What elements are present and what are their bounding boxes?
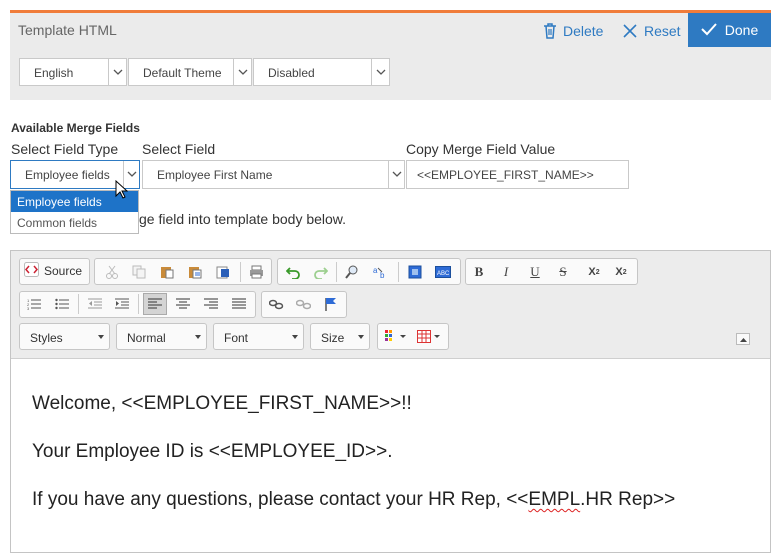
chevron-down-icon: [233, 59, 251, 85]
toolbar-separator: [398, 262, 399, 282]
merge-hint-text: ge field into template body below.: [139, 211, 347, 227]
language-select-value: English: [34, 66, 74, 80]
field-type-label: Select Field Type: [11, 141, 119, 157]
reset-label: Reset: [644, 23, 681, 39]
size-combo[interactable]: Size: [310, 323, 370, 350]
spelling-error-word: EMPL: [528, 489, 581, 510]
content-line-1: Welcome, <<EMPLOYEE_FIRST_NAME>>!!: [32, 393, 412, 414]
language-select[interactable]: English: [19, 58, 127, 86]
find-icon[interactable]: [341, 262, 363, 282]
indent-icon[interactable]: [111, 294, 133, 314]
table-icon[interactable]: [415, 326, 443, 346]
undo-icon[interactable]: [282, 262, 304, 282]
underline-button[interactable]: U: [524, 262, 546, 282]
status-select[interactable]: Disabled: [253, 58, 390, 86]
bullet-list-icon[interactable]: [51, 294, 73, 314]
delete-button[interactable]: Delete: [543, 23, 603, 39]
toolbar-separator: [78, 294, 79, 314]
copy-icon[interactable]: [128, 262, 150, 282]
justify-icon[interactable]: [228, 294, 250, 314]
copy-value-text: <<EMPLOYEE_FIRST_NAME>>: [417, 168, 594, 182]
styles-combo[interactable]: Styles: [19, 323, 110, 350]
chevron-down-icon: [388, 161, 404, 188]
source-button[interactable]: Source: [24, 262, 82, 280]
bold-button[interactable]: B: [468, 262, 490, 282]
theme-select-value: Default Theme: [143, 66, 222, 80]
caret-down-icon: [195, 335, 201, 339]
caret-down-icon: [292, 335, 298, 339]
collapse-toolbar-button[interactable]: [736, 333, 750, 345]
format-combo[interactable]: Normal: [116, 323, 207, 350]
chevron-down-icon: [108, 59, 126, 85]
content-line-2: Your Employee ID is <<EMPLOYEE_ID>>.: [32, 441, 393, 462]
font-combo-label: Font: [224, 331, 249, 345]
anchor-flag-icon[interactable]: [320, 294, 342, 314]
trash-icon: [543, 23, 557, 39]
theme-select[interactable]: Default Theme: [128, 58, 252, 86]
subscript-icon[interactable]: X2: [583, 262, 605, 282]
caret-down-icon: [98, 335, 104, 339]
italic-button[interactable]: I: [495, 262, 517, 282]
format-combo-label: Normal: [127, 331, 166, 345]
svg-text:3: 3: [27, 306, 30, 311]
content-line-3-end: .HR Rep>>: [580, 489, 676, 510]
superscript-icon[interactable]: X2: [610, 262, 632, 282]
svg-text:ABC: ABC: [437, 271, 450, 277]
editor-content[interactable]: Welcome, <<EMPLOYEE_FIRST_NAME>>!! Your …: [32, 380, 675, 524]
strikethrough-button[interactable]: S: [552, 262, 574, 282]
styles-combo-label: Styles: [30, 331, 63, 345]
align-center-icon[interactable]: [172, 294, 194, 314]
done-label: Done: [724, 22, 759, 38]
chevron-down-icon: [371, 59, 389, 85]
page-title: Template HTML: [18, 22, 117, 38]
link-icon[interactable]: [265, 294, 287, 314]
cut-icon[interactable]: [101, 262, 123, 282]
source-icon: [24, 262, 39, 280]
delete-label: Delete: [563, 23, 604, 39]
toolbar-separator: [138, 294, 139, 314]
paste-word-icon[interactable]: [212, 262, 234, 282]
field-label: Select Field: [142, 141, 216, 157]
content-line-3: If you have any questions, please contac…: [32, 476, 675, 524]
align-left-icon[interactable]: [143, 293, 167, 315]
align-right-icon[interactable]: [200, 294, 222, 314]
select-all-icon[interactable]: [404, 262, 426, 282]
merge-fields-title: Available Merge Fields: [11, 121, 140, 135]
dropdown-option-common-fields[interactable]: Common fields: [11, 212, 138, 233]
reset-button[interactable]: Reset: [622, 23, 681, 39]
svg-text:a: a: [373, 266, 378, 275]
text-color-icon[interactable]: [383, 326, 409, 346]
toolbar-separator: [336, 262, 337, 282]
checkmark-icon: [701, 22, 717, 39]
field-type-select-value: Employee fields: [25, 168, 110, 182]
redo-icon[interactable]: [309, 262, 331, 282]
field-select[interactable]: Employee First Name: [142, 160, 405, 189]
done-button[interactable]: Done: [688, 13, 771, 47]
outdent-icon[interactable]: [84, 294, 106, 314]
paste-text-icon[interactable]: [184, 262, 206, 282]
content-line-3-start: If you have any questions, please contac…: [32, 489, 529, 510]
caret-down-icon: [358, 335, 364, 339]
toolbar-separator: [240, 262, 241, 282]
spellcheck-icon[interactable]: ABC: [432, 262, 454, 282]
status-select-value: Disabled: [268, 66, 315, 80]
replace-icon[interactable]: ab: [370, 262, 392, 282]
unlink-icon[interactable]: [292, 294, 314, 314]
numbered-list-icon[interactable]: 123: [23, 294, 45, 314]
close-icon: [622, 23, 638, 39]
print-icon[interactable]: [245, 262, 267, 282]
caret-up-icon: [739, 337, 747, 342]
field-select-value: Employee First Name: [157, 168, 273, 182]
copy-value-field[interactable]: <<EMPLOYEE_FIRST_NAME>>: [406, 160, 629, 189]
source-label: Source: [44, 264, 83, 278]
font-combo[interactable]: Font: [213, 323, 304, 350]
size-combo-label: Size: [321, 331, 345, 345]
mouse-cursor-icon: [115, 179, 129, 204]
paste-icon[interactable]: [156, 262, 178, 282]
svg-text:b: b: [380, 271, 385, 279]
copy-value-label: Copy Merge Field Value: [406, 141, 556, 157]
